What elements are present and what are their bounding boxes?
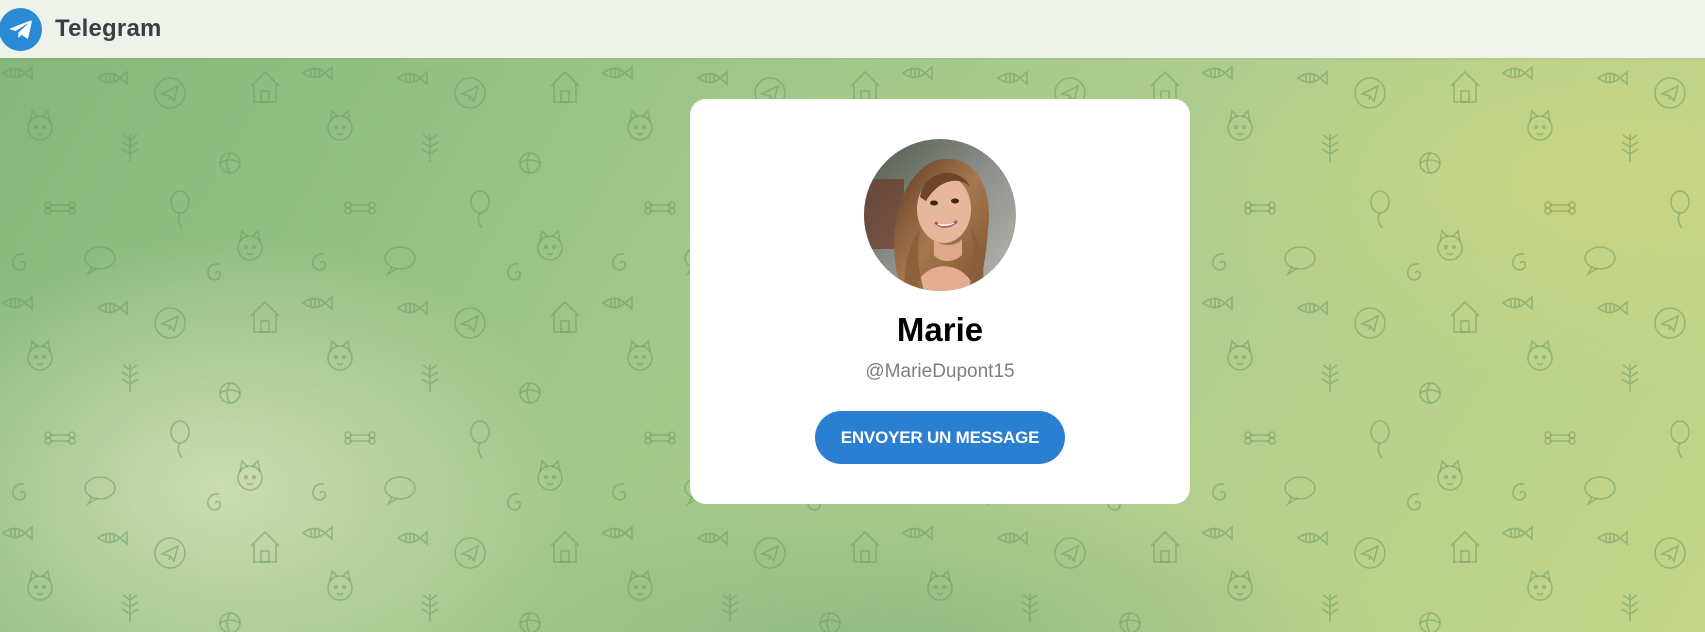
profile-username: @MarieDupont15 bbox=[865, 361, 1015, 382]
top-bar: Telegram bbox=[0, 0, 1705, 58]
telegram-profile-page: Telegram Marie @MarieDupont15 ENVOYER UN… bbox=[0, 0, 1705, 632]
profile-name: Marie bbox=[896, 311, 984, 348]
telegram-paper-plane-icon bbox=[0, 7, 42, 51]
app-name: Telegram bbox=[55, 15, 162, 42]
profile-avatar bbox=[864, 139, 1016, 291]
profile-card: Marie @MarieDupont15 ENVOYER UN MESSAGE bbox=[690, 99, 1190, 504]
profile-photo bbox=[864, 139, 1016, 291]
telegram-logo-link[interactable]: Telegram bbox=[0, 7, 162, 51]
send-message-button[interactable]: ENVOYER UN MESSAGE bbox=[815, 411, 1065, 464]
